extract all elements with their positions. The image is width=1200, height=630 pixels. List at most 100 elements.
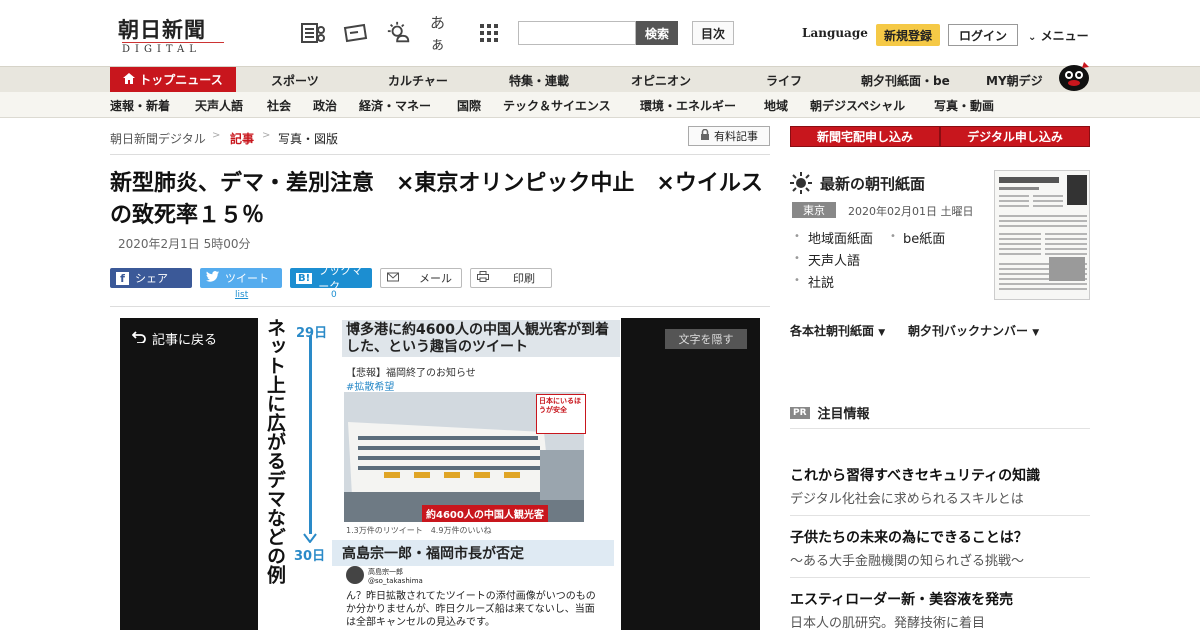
- hatena-bookmark-button[interactable]: B! ブックマーク: [290, 264, 372, 293]
- subnav-regional[interactable]: 地域: [764, 97, 788, 114]
- breadcrumb-current: 写真・図版: [278, 132, 339, 146]
- back-number-dropdown[interactable]: 朝夕刊バックナンバー ▼: [908, 322, 1039, 339]
- subnav-photo-video[interactable]: 写真・動画: [934, 97, 994, 114]
- link-tenseijingo[interactable]: 天声人語: [808, 250, 860, 269]
- subnav-breaking[interactable]: 速報・新着: [110, 97, 170, 114]
- coupon-icon[interactable]: [342, 20, 368, 46]
- mail-icon: [387, 272, 399, 285]
- search-input[interactable]: [518, 21, 636, 45]
- article-title: 新型肺炎、デマ・差別注意 ×東京オリンピック中止 ×ウイルスの致死率１５％: [110, 171, 763, 228]
- printer-icon: [477, 271, 489, 285]
- hatena-icon: B!: [296, 272, 313, 284]
- login-button[interactable]: ログイン: [948, 24, 1018, 46]
- language-link[interactable]: Language: [802, 26, 868, 40]
- newspaper-thumbnail[interactable]: [994, 170, 1090, 300]
- chevron-down-icon: ⌄: [1028, 32, 1037, 43]
- nav-top-news-label: トップニュース: [139, 73, 223, 87]
- paid-label: 有料記事: [714, 130, 758, 143]
- newspaper-subscribe-button[interactable]: 新聞宅配申し込み: [790, 126, 940, 147]
- ad-title[interactable]: これから習得すべきセキュリティの知識: [790, 465, 1040, 485]
- link-editorial[interactable]: 社説: [808, 272, 834, 291]
- ad-subtitle[interactable]: デジタル化社会に求められるスキルとは: [790, 488, 1024, 507]
- subnav-special[interactable]: 朝デジスペシャル: [810, 97, 905, 114]
- twitter-share-label: ツイート: [225, 272, 269, 285]
- breadcrumb-article[interactable]: 記事: [230, 130, 254, 147]
- breadcrumb-home[interactable]: 朝日新聞デジタル: [110, 130, 206, 147]
- back-to-article-button[interactable]: 記事に戻る: [131, 329, 218, 348]
- nav-print-edition[interactable]: 朝夕刊紙面・be: [861, 72, 950, 89]
- nav-my-asadigi[interactable]: MY朝デジ: [986, 72, 1043, 89]
- nav-features[interactable]: 特集・連載: [509, 72, 569, 89]
- asahi-logo[interactable]: 朝日新聞 DIGITAL: [118, 14, 230, 55]
- subnav-environment[interactable]: 環境・エネルギー: [640, 97, 736, 114]
- facebook-share-label: シェア: [135, 272, 168, 285]
- subnav-international[interactable]: 国際: [457, 97, 481, 114]
- twitter-share-button[interactable]: ツイート: [200, 268, 282, 288]
- nav-life[interactable]: ライフ: [766, 72, 802, 89]
- logo-subtext: DIGITAL: [122, 42, 224, 55]
- article-date: 2020年2月1日 5時00分: [118, 237, 251, 251]
- digital-subscribe-button[interactable]: デジタル申し込み: [940, 126, 1090, 147]
- tweet-stats: 1.3万件のリツイート 4.9万件のいいね: [346, 526, 492, 535]
- dropdown-label: 各本社朝刊紙面: [790, 324, 875, 338]
- hatena-label: ブックマーク: [318, 264, 363, 293]
- breadcrumb-separator: >: [262, 130, 271, 141]
- subnav-tenseijingo[interactable]: 天声人語: [195, 97, 243, 114]
- edition-badge: 東京: [792, 202, 836, 218]
- divider: [790, 428, 1090, 429]
- link-regional-paper[interactable]: 地域面紙面: [808, 228, 873, 247]
- signup-button[interactable]: 新規登録: [876, 24, 940, 46]
- dropdown-label: 朝夕刊バックナンバー: [908, 324, 1029, 338]
- divider: [790, 515, 1090, 516]
- nav-culture[interactable]: カルチャー: [388, 72, 448, 89]
- caret-down-icon: ▼: [878, 328, 886, 338]
- ad-subtitle[interactable]: ～ある大手金融機関の知られざる挑戦～: [790, 550, 1024, 569]
- timeline-day-30: 30日: [294, 549, 326, 564]
- tweet-author-handle: @so_takashima: [368, 577, 423, 585]
- menu-button[interactable]: ⌄ メニュー: [1028, 27, 1089, 44]
- breadcrumb-separator: >: [212, 130, 221, 141]
- ad-title[interactable]: 子供たちの未来の為にできることは？: [790, 527, 1028, 547]
- tweet-body: ん？昨日拡散されてたツイートの添付画像がいつのものか分かりませんが、昨日クルーズ…: [346, 591, 596, 628]
- tweet-hashtag: #拡散希望: [346, 382, 395, 393]
- twitter-count[interactable]: list: [235, 290, 248, 300]
- pr-badge: PR: [790, 406, 810, 419]
- ad-title[interactable]: エスティローダー新・美容液を発売: [790, 589, 1013, 609]
- bullet: •: [794, 275, 800, 286]
- grid-menu-icon[interactable]: [476, 20, 502, 46]
- home-icon: [123, 72, 136, 87]
- mail-button[interactable]: メール: [380, 268, 462, 288]
- nav-top-news[interactable]: トップニュース: [110, 67, 236, 92]
- regional-paper-dropdown[interactable]: 各本社朝刊紙面 ▼: [790, 322, 885, 339]
- subnav-economy[interactable]: 経済・マネー: [359, 97, 431, 114]
- nav-sports[interactable]: スポーツ: [271, 72, 319, 89]
- search-button[interactable]: 検索: [636, 21, 678, 45]
- latest-paper-heading[interactable]: 最新の朝刊紙面: [820, 173, 925, 194]
- photo-caption-denial: 高島宗一郎・福岡市長が否定: [332, 540, 614, 566]
- font-size-icon[interactable]: あぁ: [430, 14, 456, 53]
- timeline-day-29: 29日: [296, 326, 328, 341]
- hatena-count[interactable]: 0: [331, 290, 337, 300]
- print-button[interactable]: 印刷: [470, 268, 552, 288]
- subnav-society[interactable]: 社会: [267, 97, 291, 114]
- hide-text-button[interactable]: 文字を隠す: [665, 329, 747, 349]
- timeline-line: [309, 336, 312, 534]
- bullet: •: [794, 231, 800, 242]
- subnav-tech-science[interactable]: テック＆サイエンス: [503, 97, 611, 114]
- menu-label: メニュー: [1040, 29, 1089, 43]
- pr-heading-label: 注目情報: [817, 407, 870, 422]
- facebook-share-button[interactable]: f シェア: [110, 268, 192, 288]
- toc-button[interactable]: 目次: [692, 21, 734, 45]
- avatar: [346, 566, 364, 584]
- link-be-paper[interactable]: be紙面: [903, 228, 945, 247]
- mascot-icon: [1056, 58, 1092, 92]
- bullet: •: [890, 231, 896, 242]
- nav-opinion[interactable]: オピニオン: [631, 72, 691, 89]
- back-label: 記事に戻る: [152, 333, 218, 348]
- weather-icon[interactable]: [386, 20, 412, 46]
- newspaper-icon[interactable]: [300, 20, 326, 46]
- divider: [790, 577, 1090, 578]
- subnav-politics[interactable]: 政治: [313, 97, 337, 114]
- return-arrow-icon: [131, 330, 146, 347]
- ad-subtitle[interactable]: 日本人の肌研究。発酵技術に着目: [790, 612, 985, 630]
